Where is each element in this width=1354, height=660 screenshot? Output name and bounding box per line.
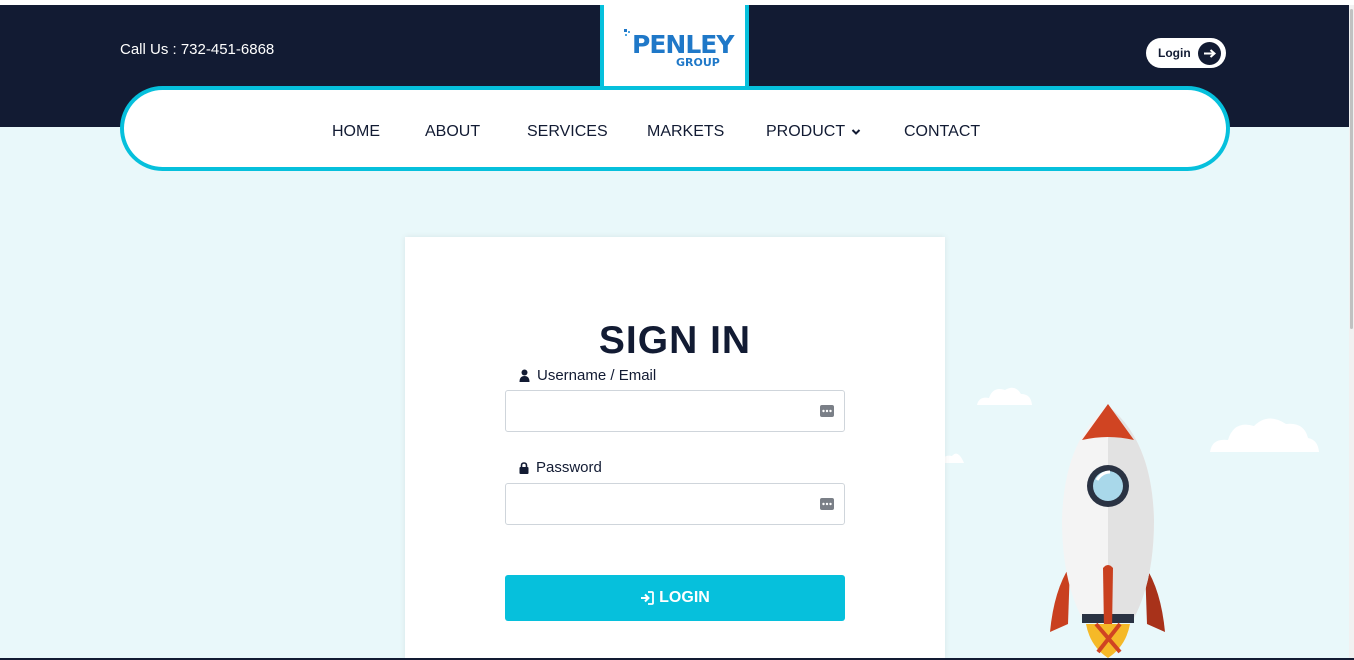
header-login-label: Login — [1158, 46, 1191, 60]
logo-container[interactable]: PENLEY GROUP — [600, 5, 749, 91]
lock-icon — [519, 461, 529, 474]
logo-subtext: GROUP — [676, 56, 720, 69]
header-login-button[interactable]: Login — [1146, 38, 1226, 68]
nav-item-about[interactable]: ABOUT — [425, 123, 480, 141]
sign-in-icon — [641, 591, 655, 605]
phone-number: Call Us : 732-451-6868 — [120, 41, 275, 58]
rocket-illustration — [1050, 404, 1165, 658]
nav-item-product-label: PRODUCT — [766, 123, 846, 140]
signin-card: SIGN IN Username / Email Password LOGIN — [405, 237, 945, 660]
username-input[interactable] — [506, 391, 844, 431]
cloud-icon — [977, 387, 1032, 405]
signin-title: SIGN IN — [598, 319, 752, 362]
logo-text: PENLEY — [632, 30, 734, 59]
scrollbar[interactable] — [1349, 5, 1354, 660]
username-label-text: Username / Email — [537, 367, 657, 384]
chevron-down-icon — [851, 129, 861, 135]
nav-item-home[interactable]: HOME — [332, 123, 380, 141]
scrollbar-thumb[interactable] — [1350, 9, 1353, 329]
password-label-text: Password — [536, 459, 602, 476]
username-field-wrapper — [505, 390, 845, 432]
password-field-wrapper — [505, 483, 845, 525]
password-label: Password — [519, 459, 602, 476]
user-icon — [519, 369, 530, 382]
password-manager-icon[interactable] — [820, 497, 834, 511]
username-label: Username / Email — [519, 367, 656, 384]
nav-item-contact[interactable]: CONTACT — [904, 123, 980, 141]
login-button-label: LOGIN — [659, 589, 710, 606]
password-input[interactable] — [506, 484, 844, 524]
login-button[interactable]: LOGIN — [505, 575, 845, 621]
nav-item-markets[interactable]: MARKETS — [647, 123, 724, 141]
password-manager-icon[interactable] — [820, 404, 834, 418]
penley-group-logo[interactable]: PENLEY GROUP — [624, 27, 734, 73]
arrow-right-icon — [1198, 42, 1221, 65]
main-navigation: HOME ABOUT SERVICES MARKETS PRODUCT CONT… — [120, 86, 1230, 171]
cloud-icon — [1210, 418, 1319, 452]
nav-item-product[interactable]: PRODUCT — [766, 123, 861, 141]
nav-item-services[interactable]: SERVICES — [527, 123, 608, 141]
